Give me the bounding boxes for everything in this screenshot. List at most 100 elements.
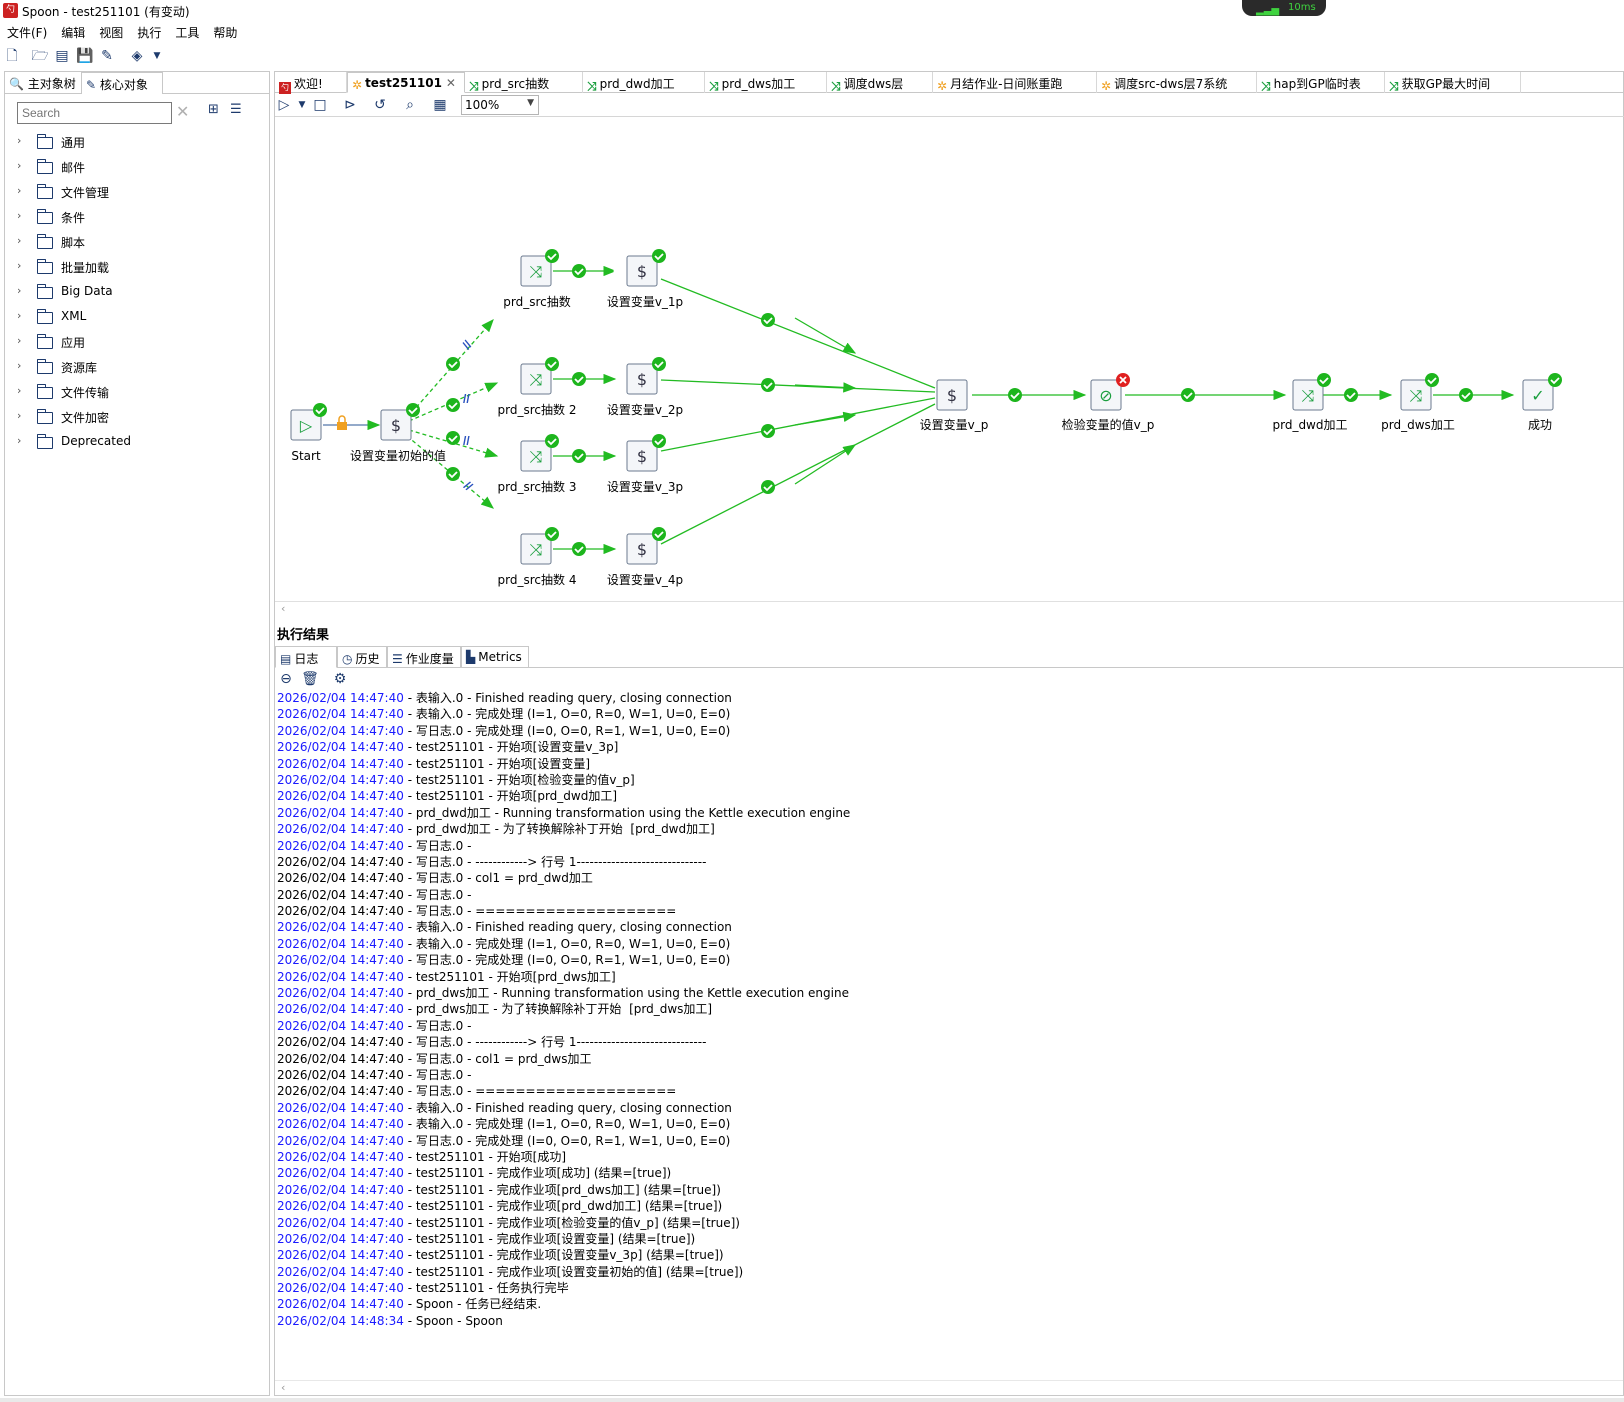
tab-prd-dws[interactable]: ⤨ prd_dws加工	[705, 72, 827, 93]
log-message: - test251101 - 完成作业项[prd_dwd加工] (结果=[tru…	[403, 1199, 723, 1214]
chevron-right-icon[interactable]: ›	[17, 409, 21, 422]
tab-core-objects[interactable]: ✎ 核心对象	[81, 72, 163, 94]
save-as-icon[interactable]: ✎	[98, 47, 116, 65]
open-folder-icon[interactable]: 🗁	[31, 47, 49, 65]
sql-icon[interactable]: ⌕	[401, 96, 419, 114]
chevron-right-icon[interactable]: ›	[17, 359, 21, 372]
menu-run[interactable]: 执行	[130, 22, 168, 42]
collapse-tree-icon[interactable]: ⊞	[208, 102, 226, 120]
zoom-select[interactable]: 100% ▼	[461, 95, 539, 115]
folder-icon	[36, 259, 53, 274]
log-message: - test251101 - 完成作业项[设置变量v_3p] (结果=[true…	[403, 1248, 724, 1263]
log-message: - 写日志.0 - 完成处理 (I=0, O=0, R=1, W=1, U=0,…	[403, 1133, 731, 1148]
node-label-check: 检验变量的值v_p	[1062, 417, 1155, 432]
chevron-right-icon[interactable]: ›	[17, 434, 21, 447]
chevron-right-icon[interactable]: ›	[17, 209, 21, 222]
chevron-right-icon[interactable]: ›	[17, 334, 21, 347]
transformation-icon: ⤨	[587, 79, 597, 93]
chevron-right-icon[interactable]: ›	[17, 184, 21, 197]
chevron-down-icon[interactable]: ▼	[148, 47, 166, 65]
left-panel-tabs: 🔍 主对象树 ✎ 核心对象	[5, 72, 269, 94]
job-canvas[interactable]: // // // // ▷ $ ⤨ $ ⤨ $ ⤨ $ ⤨ $ $ ⊘ ⤨ ⤨ …	[275, 118, 1623, 618]
log-line: 2026/02/04 14:47:40 - prd_dws加工 - 为了转换解除…	[277, 1001, 1617, 1017]
tab-prd-dwd[interactable]: ⤨ prd_dwd加工	[583, 72, 705, 93]
results-toolbar: ⊖ 🗑 ⚙	[275, 668, 1623, 690]
log-message: - 写日志.0 -	[403, 1067, 476, 1082]
canvas-scrollbar[interactable]: ‹	[275, 601, 1623, 617]
tree-item-bulk-loading[interactable]: › 批量加载	[5, 255, 267, 280]
log-output[interactable]: 2026/02/04 14:47:40 - 表输入.0 - Finished r…	[277, 690, 1617, 1380]
node-label-vp: 设置变量v_p	[920, 417, 989, 432]
log-line: 2026/02/04 14:47:40 - test251101 - 完成作业项…	[277, 1231, 1617, 1247]
tab-test251101[interactable]: ✲ test251101 ✕	[347, 72, 465, 93]
tree-item-conditions[interactable]: › 条件	[5, 205, 267, 230]
spoon-logo-icon: 勺	[3, 3, 18, 18]
tab-metrics[interactable]: ▙ Metrics	[461, 646, 529, 668]
execution-results-panel: 执行结果 ▤ 日志 ◷ 历史 ☰ 作业度量 ▙ Metrics ⊖ 🗑 ⚙ 2026/0…	[275, 620, 1623, 1397]
save-icon[interactable]: 💾	[76, 47, 94, 65]
tree-item-deprecated[interactable]: › Deprecated	[5, 430, 267, 455]
editor-toolbar: ▷ ▼ □ ⊳ ↺ ⌕ ▦ 100% ▼	[275, 93, 1624, 117]
tab-prd-src[interactable]: ⤨ prd_src抽数	[465, 72, 583, 93]
tab-log[interactable]: ▤ 日志	[275, 646, 337, 668]
log-line: 2026/02/04 14:47:40 - test251101 - 完成作业项…	[277, 1215, 1617, 1231]
tree-item-scripting[interactable]: › 脚本	[5, 230, 267, 255]
menu-tools[interactable]: 工具	[168, 22, 206, 42]
chevron-right-icon[interactable]: ›	[17, 309, 21, 322]
chevron-right-icon[interactable]: ›	[17, 234, 21, 247]
log-message: - 写日志.0 - ------------> 行号 1------------…	[403, 854, 707, 869]
tree-item-file-management[interactable]: › 文件管理	[5, 180, 267, 205]
log-line: 2026/02/04 14:47:40 - 写日志.0 - ----------…	[277, 1034, 1617, 1050]
tab-history[interactable]: ◷ 历史	[337, 646, 387, 668]
menu-help[interactable]: 帮助	[206, 22, 244, 42]
replay-icon[interactable]: ↺	[371, 96, 389, 114]
tab-welcome[interactable]: 勺欢迎!	[275, 72, 347, 94]
tree-item-repository[interactable]: › 资源库	[5, 355, 267, 380]
close-icon[interactable]: ✕	[446, 76, 456, 90]
chevron-right-icon[interactable]: ›	[17, 259, 21, 272]
menu-view[interactable]: 视图	[92, 22, 130, 42]
tree-item-general[interactable]: › 通用	[5, 130, 267, 155]
results-tabs: ▤ 日志 ◷ 历史 ☰ 作业度量 ▙ Metrics	[275, 646, 1623, 668]
settings-icon[interactable]: ⚙	[331, 670, 349, 688]
run-from-icon[interactable]: ⊳	[341, 96, 359, 114]
menu-file[interactable]: 文件(F)	[0, 22, 54, 42]
chevron-right-icon[interactable]: ›	[17, 384, 21, 397]
log-scrollbar[interactable]: ‹	[275, 1380, 1623, 1394]
chevron-right-icon[interactable]: ›	[17, 284, 21, 297]
tab-schedule-dws[interactable]: ⤨ 调度dws层	[827, 72, 933, 93]
clear-log-icon[interactable]: ⊖	[277, 670, 295, 688]
search-input[interactable]	[17, 102, 172, 124]
new-file-icon[interactable]: 🗋	[3, 47, 21, 65]
chevron-right-icon[interactable]: ›	[17, 159, 21, 172]
log-timestamp: 2026/02/04 14:47:40	[277, 805, 404, 820]
tree-item-big-data[interactable]: › Big Data	[5, 280, 267, 305]
log-line: 2026/02/04 14:47:40 - prd_dwd加工 - 为了转换解除…	[277, 821, 1617, 837]
clear-search-icon[interactable]: ✕	[176, 102, 189, 121]
tab-schedule-src-dws[interactable]: ✲ 调度src-dws层7系统	[1097, 72, 1257, 93]
chevron-right-icon[interactable]: ›	[17, 134, 21, 147]
tree-item-xml[interactable]: › XML	[5, 305, 267, 330]
log-line: 2026/02/04 14:47:40 - test251101 - 开始项[p…	[277, 969, 1617, 985]
tab-gp-max-time[interactable]: ⤨ 获取GP最大时间	[1385, 72, 1521, 93]
run-icon[interactable]: ▷	[275, 96, 293, 114]
tree-item-file-encryption[interactable]: › 文件加密	[5, 405, 267, 430]
tree-item-utility[interactable]: › 应用	[5, 330, 267, 355]
tab-monthly-job[interactable]: ✲ 月结作业-日间账重跑	[933, 72, 1097, 93]
trash-icon[interactable]: 🗑	[301, 670, 319, 688]
perspective-layers-icon[interactable]: ◈	[128, 47, 146, 65]
log-line: 2026/02/04 14:47:40 - test251101 - 开始项[p…	[277, 788, 1617, 804]
log-message: - 写日志.0 - 完成处理 (I=0, O=0, R=1, W=1, U=0,…	[403, 723, 731, 738]
stop-icon[interactable]: □	[311, 96, 329, 114]
tab-main-tree[interactable]: 🔍 主对象树	[5, 72, 81, 94]
log-timestamp: 2026/02/04 14:47:40	[277, 707, 404, 722]
tab-hap-gp[interactable]: ⤨ hap到GP临时表	[1257, 72, 1385, 93]
expand-tree-icon[interactable]: ☰	[230, 102, 248, 120]
tree-item-file-transfer[interactable]: › 文件传输	[5, 380, 267, 405]
tab-job-metrics[interactable]: ☰ 作业度量	[387, 646, 461, 668]
explore-repository-icon[interactable]: ▤	[53, 47, 71, 65]
tree-item-mail[interactable]: › 邮件	[5, 155, 267, 180]
menu-edit[interactable]: 编辑	[54, 22, 92, 42]
grid-icon[interactable]: ▦	[431, 96, 449, 114]
chevron-down-icon[interactable]: ▼	[293, 96, 311, 114]
